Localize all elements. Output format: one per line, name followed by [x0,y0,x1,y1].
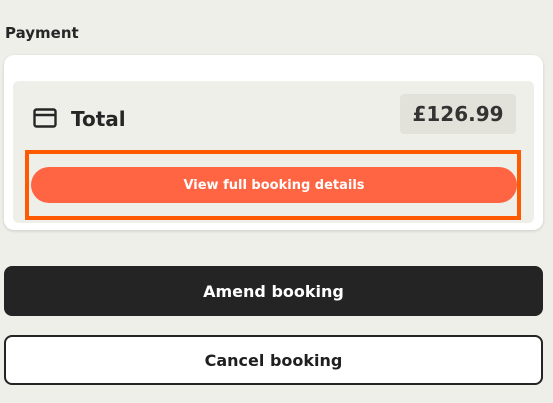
total-amount: £126.99 [400,94,516,134]
view-booking-details-button[interactable]: View full booking details [31,167,517,203]
cancel-booking-button[interactable]: Cancel booking [4,335,543,385]
payment-heading: Payment [5,24,79,42]
booking-payment-page: Payment Total £126.99 View full booking … [0,0,553,403]
total-label: Total [71,107,126,131]
amend-booking-button[interactable]: Amend booking [4,266,543,316]
credit-card-icon [33,108,57,128]
